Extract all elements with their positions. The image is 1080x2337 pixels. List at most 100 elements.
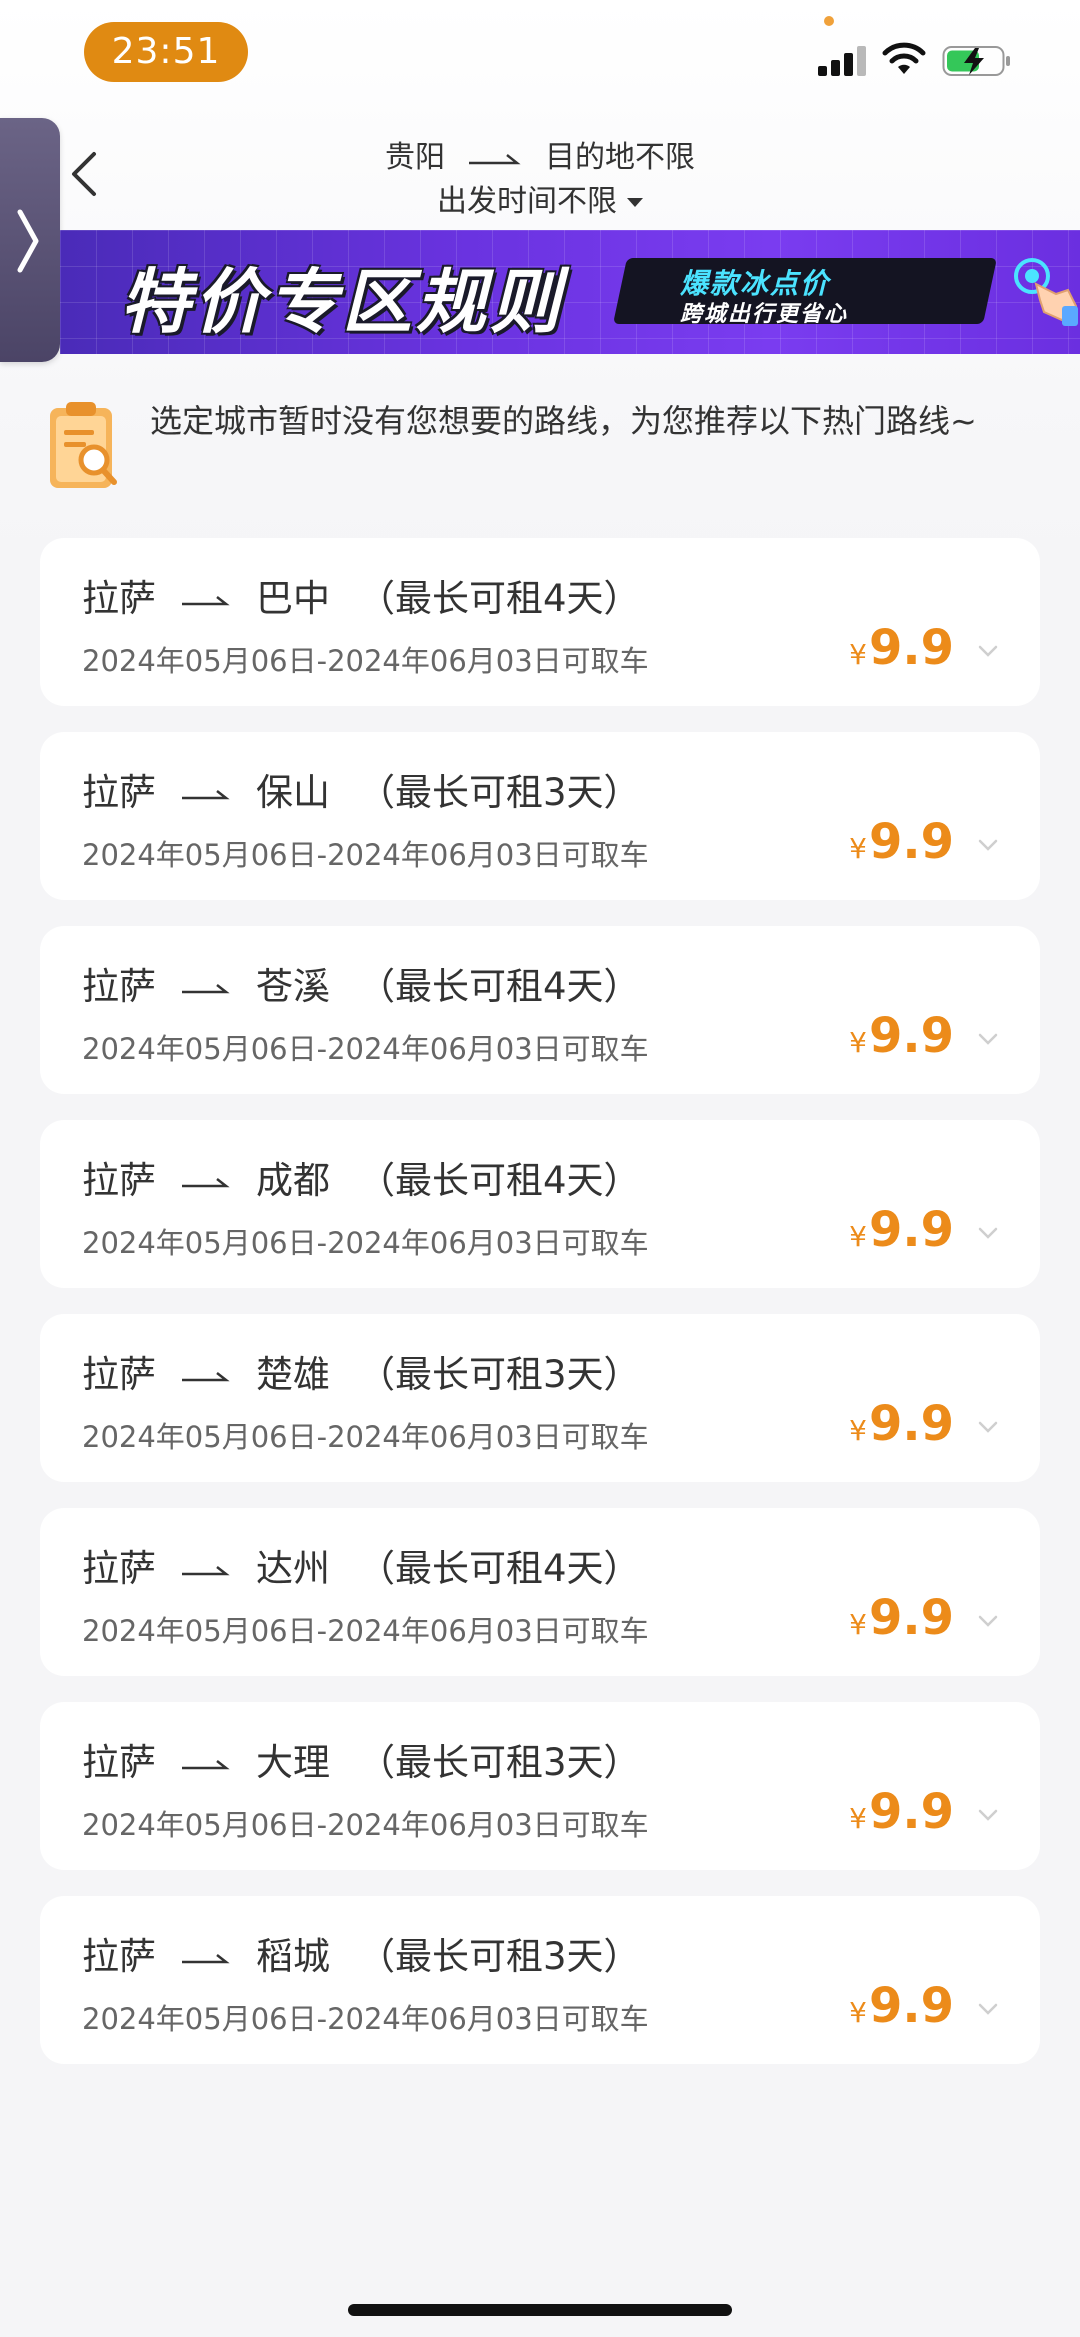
- caret-down-icon: [627, 198, 643, 207]
- price-amount: 9.9: [868, 1396, 954, 1452]
- chevron-down-icon[interactable]: [978, 1032, 998, 1046]
- price-amount: 9.9: [868, 620, 954, 676]
- max-rental-days: （最长可租3天）: [358, 1353, 641, 1396]
- route-price: ¥9.9: [849, 1202, 954, 1258]
- route-card[interactable]: 拉萨 苍溪 （最长可租4天） 2024年05月06日-2024年06月03日可取车 ¥9…: [40, 926, 1040, 1094]
- pickup-date-range: 2024年05月06日-2024年06月03日可取车: [82, 1226, 649, 1260]
- chevron-down-icon[interactable]: [978, 1808, 998, 1822]
- route-price: ¥9.9: [849, 1590, 954, 1646]
- route-card[interactable]: 拉萨 大理 （最长可租3天） 2024年05月06日-2024年06月03日可取车 ¥9…: [40, 1702, 1040, 1870]
- route-origin: 拉萨: [82, 1935, 156, 1978]
- route-card[interactable]: 拉萨 达州 （最长可租4天） 2024年05月06日-2024年06月03日可取车 ¥9…: [40, 1508, 1040, 1676]
- max-rental-days: （最长可租4天）: [358, 1547, 641, 1590]
- origin-city: 贵阳: [385, 140, 445, 175]
- route-origin: 拉萨: [82, 1159, 156, 1202]
- route-arrow-icon: [182, 983, 230, 993]
- route-price: ¥9.9: [849, 1008, 954, 1064]
- home-indicator[interactable]: [348, 2304, 732, 2316]
- price-amount: 9.9: [868, 814, 954, 870]
- pickup-date-range: 2024年05月06日-2024年06月03日可取车: [82, 644, 649, 678]
- route-card[interactable]: 拉萨 巴中 （最长可租4天） 2024年05月06日-2024年06月03日可取车 ¥9…: [40, 538, 1040, 706]
- cellular-signal-icon: [818, 44, 868, 76]
- price-amount: 9.9: [868, 1784, 954, 1840]
- pickup-date-range: 2024年05月06日-2024年06月03日可取车: [82, 1032, 649, 1066]
- route-origin: 拉萨: [82, 771, 156, 814]
- route-title: 拉萨 成都 （最长可租4天）: [82, 1150, 641, 1204]
- route-arrow-icon: [469, 153, 521, 164]
- price-amount: 9.9: [868, 1008, 954, 1064]
- chevron-down-icon[interactable]: [978, 1614, 998, 1628]
- route-title: 拉萨 大理 （最长可租3天）: [82, 1732, 641, 1786]
- max-rental-days: （最长可租3天）: [358, 1741, 641, 1784]
- route-origin: 拉萨: [82, 1353, 156, 1396]
- chevron-down-icon[interactable]: [978, 838, 998, 852]
- route-card[interactable]: 拉萨 成都 （最长可租4天） 2024年05月06日-2024年06月03日可取车 ¥9…: [40, 1120, 1040, 1288]
- route-card[interactable]: 拉萨 保山 （最长可租3天） 2024年05月06日-2024年06月03日可取车 ¥9…: [40, 732, 1040, 900]
- route-arrow-icon: [182, 1565, 230, 1575]
- max-rental-days: （最长可租3天）: [358, 1935, 641, 1978]
- destination-city: 目的地不限: [545, 140, 695, 175]
- status-time: 23:51: [84, 22, 248, 82]
- route-summary[interactable]: 贵阳 目的地不限: [340, 132, 740, 176]
- max-rental-days: （最长可租4天）: [358, 965, 641, 1008]
- route-price: ¥9.9: [849, 814, 954, 870]
- route-title: 拉萨 保山 （最长可租3天）: [82, 762, 641, 816]
- status-bar: 23:51: [0, 0, 1080, 110]
- price-amount: 9.9: [868, 1978, 954, 2034]
- pickup-date-range: 2024年05月06日-2024年06月03日可取车: [82, 1420, 649, 1454]
- route-destination: 楚雄: [256, 1353, 330, 1396]
- route-price: ¥9.9: [849, 620, 954, 676]
- chevron-down-icon[interactable]: [978, 644, 998, 658]
- route-destination: 成都: [256, 1159, 330, 1202]
- chevron-down-icon[interactable]: [978, 1226, 998, 1240]
- max-rental-days: （最长可租3天）: [358, 771, 641, 814]
- route-destination: 大理: [256, 1741, 330, 1784]
- route-card[interactable]: 拉萨 稻城 （最长可租3天） 2024年05月06日-2024年06月03日可取车 ¥9…: [40, 1896, 1040, 2064]
- route-card[interactable]: 拉萨 楚雄 （最长可租3天） 2024年05月06日-2024年06月03日可取车 ¥9…: [40, 1314, 1040, 1482]
- pickup-date-range: 2024年05月06日-2024年06月03日可取车: [82, 2002, 649, 2036]
- promo-banner[interactable]: 特价专区规则 爆款冰点价 跨城出行更省心: [60, 230, 1080, 354]
- price-currency: ¥: [849, 1026, 867, 1059]
- route-title: 拉萨 苍溪 （最长可租4天）: [82, 956, 641, 1010]
- route-price: ¥9.9: [849, 1784, 954, 1840]
- route-destination: 保山: [256, 771, 330, 814]
- price-amount: 9.9: [868, 1202, 954, 1258]
- banner-subtitle-secondary: 跨城出行更省心: [680, 302, 849, 327]
- time-filter-label: 出发时间不限: [437, 184, 617, 219]
- route-arrow-icon: [182, 1371, 230, 1381]
- price-amount: 9.9: [868, 1590, 954, 1646]
- route-destination: 苍溪: [256, 965, 330, 1008]
- route-arrow-icon: [182, 1177, 230, 1187]
- route-destination: 达州: [256, 1547, 330, 1590]
- battery-charging-icon: [942, 46, 1010, 76]
- route-destination: 稻城: [256, 1935, 330, 1978]
- route-origin: 拉萨: [82, 1741, 156, 1784]
- route-list: 拉萨 巴中 （最长可租4天） 2024年05月06日-2024年06月03日可取车 ¥9…: [40, 538, 1040, 2090]
- pickup-date-range: 2024年05月06日-2024年06月03日可取车: [82, 1614, 649, 1648]
- chevron-right-icon: [17, 209, 39, 273]
- chevron-down-icon[interactable]: [978, 1420, 998, 1434]
- clipboard-search-icon: [50, 402, 117, 488]
- pointing-hand-icon: [1014, 258, 1078, 326]
- price-currency: ¥: [849, 832, 867, 865]
- route-origin: 拉萨: [82, 1547, 156, 1590]
- price-currency: ¥: [849, 1220, 867, 1253]
- route-price: ¥9.9: [849, 1396, 954, 1452]
- route-destination: 巴中: [256, 577, 330, 620]
- banner-title: 特价专区规则: [120, 261, 564, 343]
- recording-indicator-dot: [824, 16, 834, 26]
- back-button[interactable]: [66, 148, 102, 200]
- pickup-date-range: 2024年05月06日-2024年06月03日可取车: [82, 838, 649, 872]
- chevron-down-icon[interactable]: [978, 2002, 998, 2016]
- price-currency: ¥: [849, 1414, 867, 1447]
- departure-time-filter[interactable]: 出发时间不限: [340, 176, 740, 220]
- max-rental-days: （最长可租4天）: [358, 1159, 641, 1202]
- route-origin: 拉萨: [82, 965, 156, 1008]
- route-title: 拉萨 稻城 （最长可租3天）: [82, 1926, 641, 1980]
- price-currency: ¥: [849, 1802, 867, 1835]
- side-drawer-tab[interactable]: [0, 118, 60, 362]
- route-price: ¥9.9: [849, 1978, 954, 2034]
- route-origin: 拉萨: [82, 577, 156, 620]
- no-route-notice: 选定城市暂时没有您想要的路线，为您推荐以下热门路线~: [150, 402, 977, 440]
- route-arrow-icon: [182, 1759, 230, 1769]
